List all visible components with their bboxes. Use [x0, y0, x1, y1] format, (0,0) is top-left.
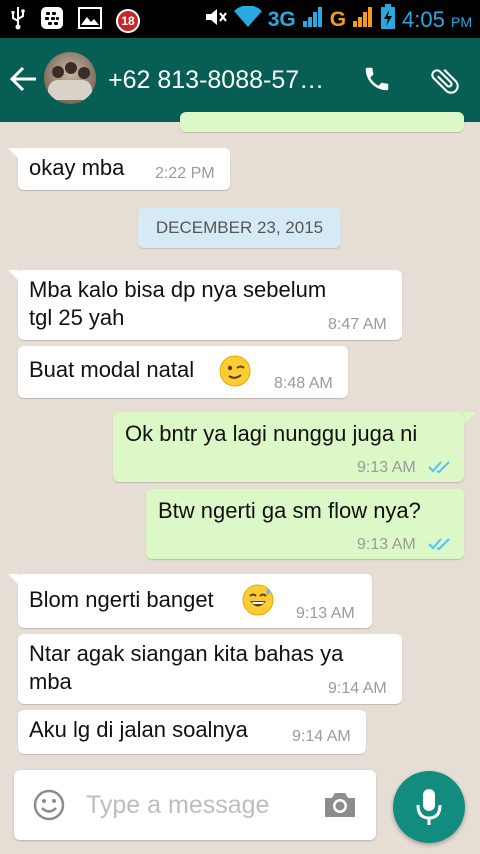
usb-icon — [10, 6, 26, 35]
image-icon — [78, 7, 102, 34]
bbm-icon — [40, 6, 64, 35]
clock-ampm: PM — [451, 13, 472, 30]
outgoing-message[interactable]: Ok bntr ya lagi nunggu juga ni 9:13 AM — [113, 412, 464, 482]
wifi-icon — [233, 5, 262, 33]
phone-icon[interactable] — [362, 64, 392, 99]
message-text-line-1: Mba kalo bisa dp nya sebelum — [29, 277, 327, 302]
message-time: 9:13 AM — [357, 536, 416, 553]
status-bar: 18 3G G 4:05 PM — [0, 0, 480, 38]
message-text: Aku lg di jalan soalnya — [29, 717, 248, 742]
date-separator: DECEMBER 23, 2015 — [138, 208, 341, 248]
message-input[interactable]: Type a message — [86, 791, 269, 820]
network-type-g: G — [329, 7, 347, 31]
bubble-tail — [464, 412, 476, 424]
incoming-message[interactable]: Buat modal natal 8:48 AM — [18, 346, 348, 398]
mute-icon — [204, 6, 228, 33]
clock: 4:05 PM — [402, 7, 472, 33]
contact-avatar[interactable] — [44, 52, 96, 104]
message-text: Ok bntr ya lagi nunggu juga ni — [125, 421, 418, 446]
read-ticks-icon — [428, 460, 452, 479]
chat-area[interactable]: okay mba 2:22 PM DECEMBER 23, 2015 Mba k… — [0, 112, 480, 762]
message-time: 9:14 AM — [292, 728, 351, 745]
mic-button[interactable] — [393, 771, 465, 843]
message-time: 2:22 PM — [155, 165, 215, 182]
message-time: 9:14 AM — [328, 680, 387, 697]
signal-strength-2-icon — [352, 6, 374, 33]
wink-emoji-icon — [219, 355, 251, 392]
message-text: Blom ngerti banget — [29, 587, 214, 612]
incoming-message[interactable]: Aku lg di jalan soalnya 9:14 AM — [18, 710, 366, 754]
message-text-line-2: mba — [29, 669, 72, 694]
message-composer[interactable]: Type a message — [14, 770, 376, 840]
message-text: okay mba — [29, 155, 125, 180]
message-time: 8:48 AM — [274, 375, 333, 392]
paperclip-icon[interactable] — [428, 64, 462, 103]
message-text-line-2: tgl 25 yah — [29, 305, 125, 330]
network-type-3g: 3G — [267, 7, 296, 31]
incoming-message[interactable]: Mba kalo bisa dp nya sebelum tgl 25 yah … — [18, 270, 402, 340]
chat-header: +62 813-8088-57… — [0, 38, 480, 122]
back-arrow-icon[interactable] — [9, 66, 38, 97]
read-ticks-icon — [428, 537, 452, 556]
message-time: 9:13 AM — [296, 605, 355, 622]
notification-count-badge: 18 — [116, 8, 140, 33]
message-text: Buat modal natal — [29, 357, 195, 382]
clock-time: 4:05 — [402, 6, 445, 32]
camera-icon[interactable] — [322, 790, 358, 825]
incoming-message[interactable]: Blom ngerti banget 9:13 AM — [18, 574, 372, 628]
battery-charging-icon — [380, 4, 396, 35]
partial-outgoing-bubble — [180, 112, 464, 132]
emoji-icon[interactable] — [32, 788, 66, 827]
message-text-line-1: Ntar agak siangan kita bahas ya — [29, 641, 344, 666]
outgoing-message[interactable]: Btw ngerti ga sm flow nya? 9:13 AM — [146, 489, 464, 559]
message-time: 9:13 AM — [357, 459, 416, 476]
sweat-smile-emoji-icon — [242, 584, 274, 621]
incoming-message[interactable]: Ntar agak siangan kita bahas ya mba 9:14… — [18, 634, 402, 704]
signal-strength-icon — [302, 6, 324, 33]
mic-icon — [415, 787, 443, 832]
message-text: Btw ngerti ga sm flow nya? — [158, 498, 421, 523]
contact-name[interactable]: +62 813-8088-57… — [108, 66, 348, 95]
message-time: 8:47 AM — [328, 316, 387, 333]
incoming-message[interactable]: okay mba 2:22 PM — [18, 148, 230, 190]
